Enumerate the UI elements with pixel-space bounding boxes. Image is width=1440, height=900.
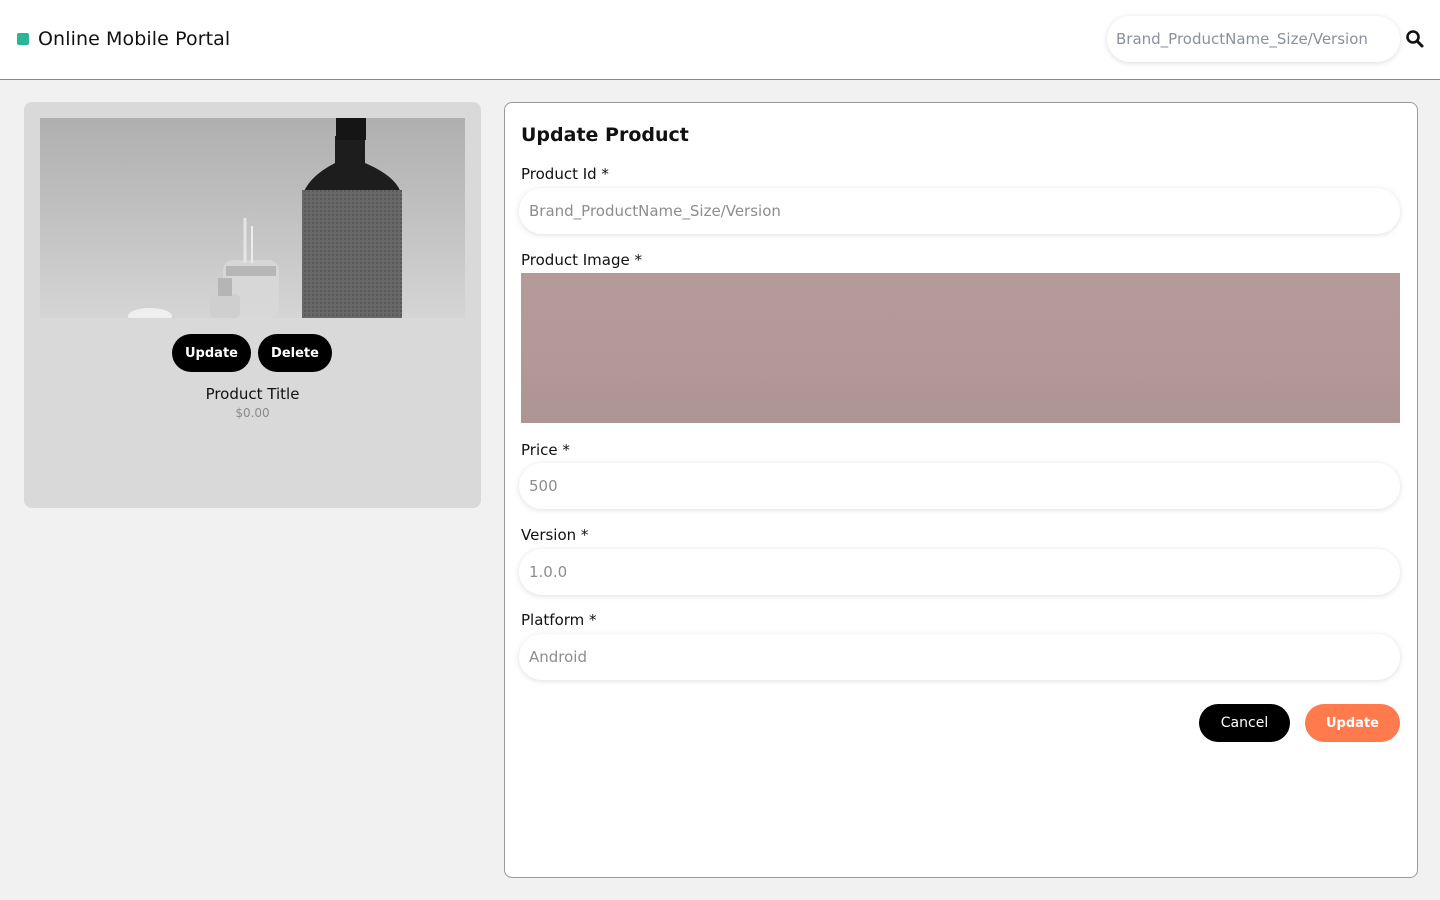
product-image: [40, 118, 465, 318]
product-title: Product Title: [205, 385, 300, 403]
product-image-preview[interactable]: [521, 273, 1400, 423]
app-title: Online Mobile Portal: [38, 28, 231, 50]
cancel-button[interactable]: Cancel: [1199, 704, 1290, 742]
update-product-form: Update Product Product Id * Product Imag…: [504, 102, 1418, 878]
update-button[interactable]: Update: [1305, 704, 1400, 742]
product-image-label: Product Image *: [521, 251, 642, 269]
brand-logo-icon: [17, 33, 29, 45]
card-update-button[interactable]: Update: [172, 334, 251, 372]
search-input[interactable]: [1107, 16, 1400, 62]
version-field[interactable]: [519, 549, 1400, 595]
product-id-label: Product Id *: [521, 165, 609, 183]
version-label: Version *: [521, 526, 589, 544]
top-bar: Online Mobile Portal: [0, 0, 1440, 80]
price-field[interactable]: [519, 463, 1400, 509]
platform-field[interactable]: [519, 634, 1400, 680]
form-heading: Update Product: [521, 124, 689, 146]
product-card: Update Delete Product Title $0.00: [24, 102, 481, 508]
product-price: $0.00: [235, 406, 270, 420]
card-delete-button[interactable]: Delete: [258, 334, 332, 372]
price-label: Price *: [521, 441, 570, 459]
platform-label: Platform *: [521, 611, 597, 629]
product-id-field[interactable]: [519, 188, 1400, 234]
search-icon[interactable]: [1405, 29, 1425, 49]
